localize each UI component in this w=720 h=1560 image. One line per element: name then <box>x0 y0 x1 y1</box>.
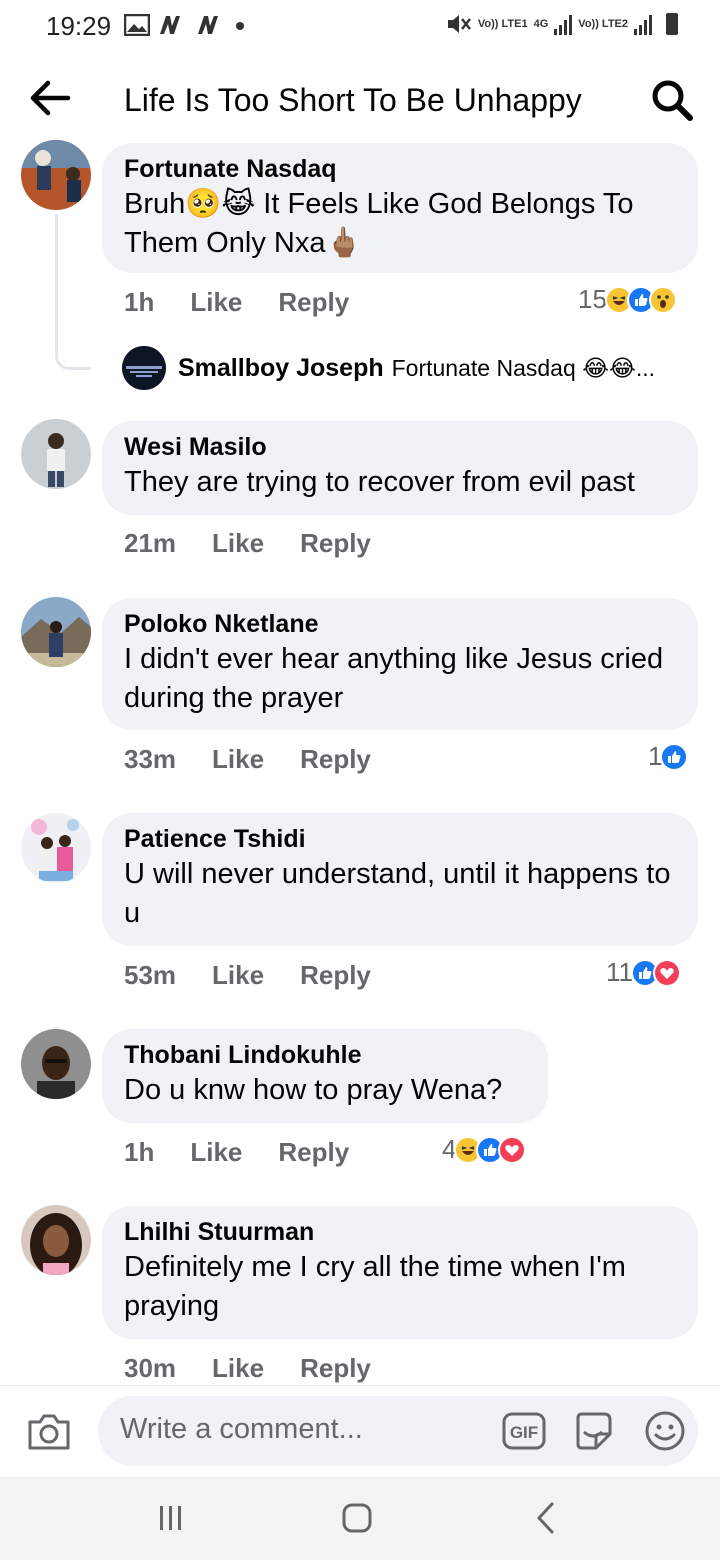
reply-author[interactable]: Smallboy Joseph <box>178 354 384 383</box>
like-button[interactable]: Like <box>212 960 264 991</box>
avatar[interactable] <box>21 597 91 667</box>
comment-bubble[interactable]: Patience Tshidi U will never understand,… <box>102 813 698 946</box>
search-icon[interactable] <box>650 78 694 122</box>
comment-text: Bruh🥺😹 It Feels Like God Belongs To Them… <box>124 188 634 259</box>
comment-actions: 33m Like Reply <box>124 744 371 775</box>
signal-bars-2-icon <box>634 13 652 35</box>
comment-text: I didn't ever hear anything like Jesus c… <box>124 643 664 714</box>
network-lte2: Vo)) LTE2 <box>578 17 628 30</box>
notification-icons <box>124 14 246 36</box>
comment-author[interactable]: Poloko Nketlane <box>124 608 676 640</box>
reaction-count: 11 <box>606 957 633 987</box>
avatar[interactable] <box>21 140 91 210</box>
like-reaction-icon <box>660 742 689 771</box>
camera-icon[interactable] <box>26 1410 72 1454</box>
network-4g: 4G <box>533 17 549 30</box>
comment-bubble[interactable]: Lhilhi Stuurman Definitely me I cry all … <box>102 1206 698 1339</box>
comment-bubble[interactable]: Wesi Masilo They are trying to recover f… <box>102 421 698 515</box>
comment-actions: 1h Like Reply <box>124 287 349 318</box>
reaction-count: 15 <box>578 284 607 314</box>
love-reaction-icon <box>498 1135 527 1164</box>
status-time: 19:29 <box>46 11 112 41</box>
avatar[interactable] <box>21 419 91 489</box>
like-button[interactable]: Like <box>190 287 242 318</box>
like-button[interactable]: Like <box>212 528 264 559</box>
comment-input-placeholder: Write a comment... <box>120 1413 363 1445</box>
reply-button[interactable]: Reply <box>300 960 371 991</box>
nav-back-icon[interactable] <box>534 1501 558 1535</box>
reply-button[interactable]: Reply <box>300 528 371 559</box>
gif-icon[interactable]: GIF <box>502 1412 546 1450</box>
reply-text: Fortunate Nasdaq 😂😂... <box>391 354 656 381</box>
status-bar: 19:29 Vo)) LTE1 4G Vo)) LTE2 <box>0 0 720 54</box>
system-nav-bar <box>0 1477 720 1560</box>
comment-bubble[interactable]: Poloko Nketlane I didn't ever hear anyth… <box>102 598 698 730</box>
comment-author[interactable]: Lhilhi Stuurman <box>124 1216 676 1248</box>
love-reaction-icon <box>653 958 681 987</box>
reply-button[interactable]: Reply <box>300 744 371 775</box>
page-title: Life Is Too Short To Be Unhappy <box>124 82 582 118</box>
gallery-icon <box>124 14 150 36</box>
header: Life Is Too Short To Be Unhappy <box>0 62 720 136</box>
dot-icon <box>236 22 244 30</box>
battery-icon <box>666 13 678 35</box>
comment-text: Definitely me I cry all the time when I'… <box>124 1251 626 1322</box>
comment-time[interactable]: 1h <box>124 1137 154 1168</box>
like-button[interactable]: Like <box>212 744 264 775</box>
reply-button[interactable]: Reply <box>278 1137 349 1168</box>
comment-time[interactable]: 53m <box>124 960 176 991</box>
comment-author[interactable]: Thobani Lindokuhle <box>124 1039 526 1071</box>
recents-icon[interactable] <box>158 1505 184 1531</box>
home-icon[interactable] <box>342 1503 372 1533</box>
reactions-summary[interactable]: 1 <box>648 741 689 772</box>
comment-author[interactable]: Wesi Masilo <box>124 431 676 463</box>
avatar[interactable] <box>21 813 91 883</box>
comment-actions: 1h Like Reply <box>124 1137 349 1168</box>
back-arrow-icon[interactable] <box>28 78 72 118</box>
reply-button[interactable]: Reply <box>300 1353 371 1384</box>
comment-time[interactable]: 30m <box>124 1353 176 1384</box>
comment-time[interactable]: 33m <box>124 744 176 775</box>
reactions-summary[interactable]: 11 <box>606 957 681 988</box>
mute-icon <box>447 15 471 33</box>
reactions-summary[interactable]: 4 <box>442 1134 527 1165</box>
emoji-icon[interactable] <box>644 1410 686 1452</box>
system-icons: Vo)) LTE1 4G Vo)) LTE2 <box>446 12 678 36</box>
reactions-summary[interactable]: 15 <box>578 284 677 315</box>
news-app-icon <box>160 16 180 34</box>
comment-time[interactable]: 1h <box>124 287 154 318</box>
avatar[interactable] <box>21 1029 91 1099</box>
news-app-icon-2 <box>198 16 218 34</box>
comment-actions: 53m Like Reply <box>124 960 371 991</box>
reply-avatar[interactable] <box>122 346 166 390</box>
comment-composer: Write a comment... GIF <box>0 1385 720 1477</box>
sticker-icon[interactable] <box>572 1410 614 1452</box>
reply-button[interactable]: Reply <box>278 287 349 318</box>
reply-preview[interactable]: Smallboy Joseph Fortunate Nasdaq 😂😂... <box>122 346 655 390</box>
comment-text: They are trying to recover from evil pas… <box>124 466 635 498</box>
comment-bubble[interactable]: Thobani Lindokuhle Do u knw how to pray … <box>102 1029 548 1123</box>
thread-line <box>55 214 91 370</box>
comment-actions: 30m Like Reply <box>124 1353 371 1384</box>
svg-text:GIF: GIF <box>510 1423 538 1442</box>
like-button[interactable]: Like <box>212 1353 264 1384</box>
comment-actions: 21m Like Reply <box>124 528 371 559</box>
avatar[interactable] <box>21 1205 91 1275</box>
comment-author[interactable]: Fortunate Nasdaq <box>124 153 676 185</box>
comment-time[interactable]: 21m <box>124 528 176 559</box>
comment-author[interactable]: Patience Tshidi <box>124 823 676 855</box>
comment-bubble[interactable]: Fortunate Nasdaq Bruh🥺😹 It Feels Like Go… <box>102 143 698 273</box>
signal-bars-1-icon <box>554 13 573 35</box>
comment-text: Do u knw how to pray Wena? <box>124 1074 503 1106</box>
network-lte1: Vo)) LTE1 <box>477 17 528 30</box>
wow-reaction-icon <box>648 285 677 314</box>
comment-input[interactable]: Write a comment... GIF <box>98 1396 698 1466</box>
comment-text: U will never understand, until it happen… <box>124 858 671 929</box>
like-button[interactable]: Like <box>190 1137 242 1168</box>
